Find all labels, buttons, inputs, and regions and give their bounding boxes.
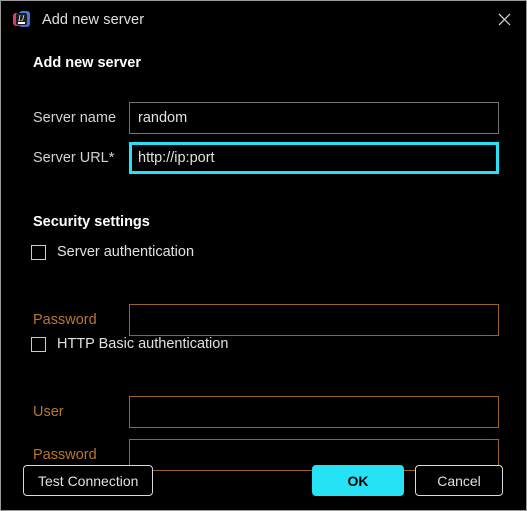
http-basic-authentication-checkbox-row[interactable]: HTTP Basic authentication xyxy=(31,336,228,352)
section-heading-add-server: Add new server xyxy=(33,55,141,71)
http-basic-authentication-checkbox[interactable] xyxy=(31,336,46,352)
server-auth-password-input[interactable] xyxy=(129,304,499,336)
close-icon[interactable] xyxy=(482,1,526,38)
test-connection-button[interactable]: Test Connection xyxy=(23,465,154,496)
cancel-button[interactable]: Cancel xyxy=(415,465,503,496)
window-title: Add new server xyxy=(42,11,145,28)
title-bar: IJ Add new server xyxy=(1,1,526,38)
server-name-input[interactable] xyxy=(129,102,499,134)
add-new-server-dialog: IJ Add new server Add new server Server … xyxy=(0,0,527,511)
server-url-label: Server URL* xyxy=(33,150,115,166)
dialog-footer: Test Connection OK Cancel xyxy=(1,458,526,510)
intellij-idea-icon: IJ xyxy=(13,11,30,28)
http-basic-user-input[interactable] xyxy=(129,396,499,428)
server-name-label: Server name xyxy=(33,110,117,126)
section-heading-security-settings: Security settings xyxy=(33,214,150,230)
server-authentication-label: Server authentication xyxy=(57,244,195,260)
server-url-input[interactable] xyxy=(129,142,499,174)
server-auth-password-label: Password xyxy=(33,312,97,328)
http-basic-authentication-label: HTTP Basic authentication xyxy=(57,336,229,352)
http-basic-user-label: User xyxy=(33,404,64,420)
ok-button[interactable]: OK xyxy=(312,465,404,496)
server-authentication-checkbox[interactable] xyxy=(31,244,46,260)
server-authentication-checkbox-row[interactable]: Server authentication xyxy=(31,244,194,260)
